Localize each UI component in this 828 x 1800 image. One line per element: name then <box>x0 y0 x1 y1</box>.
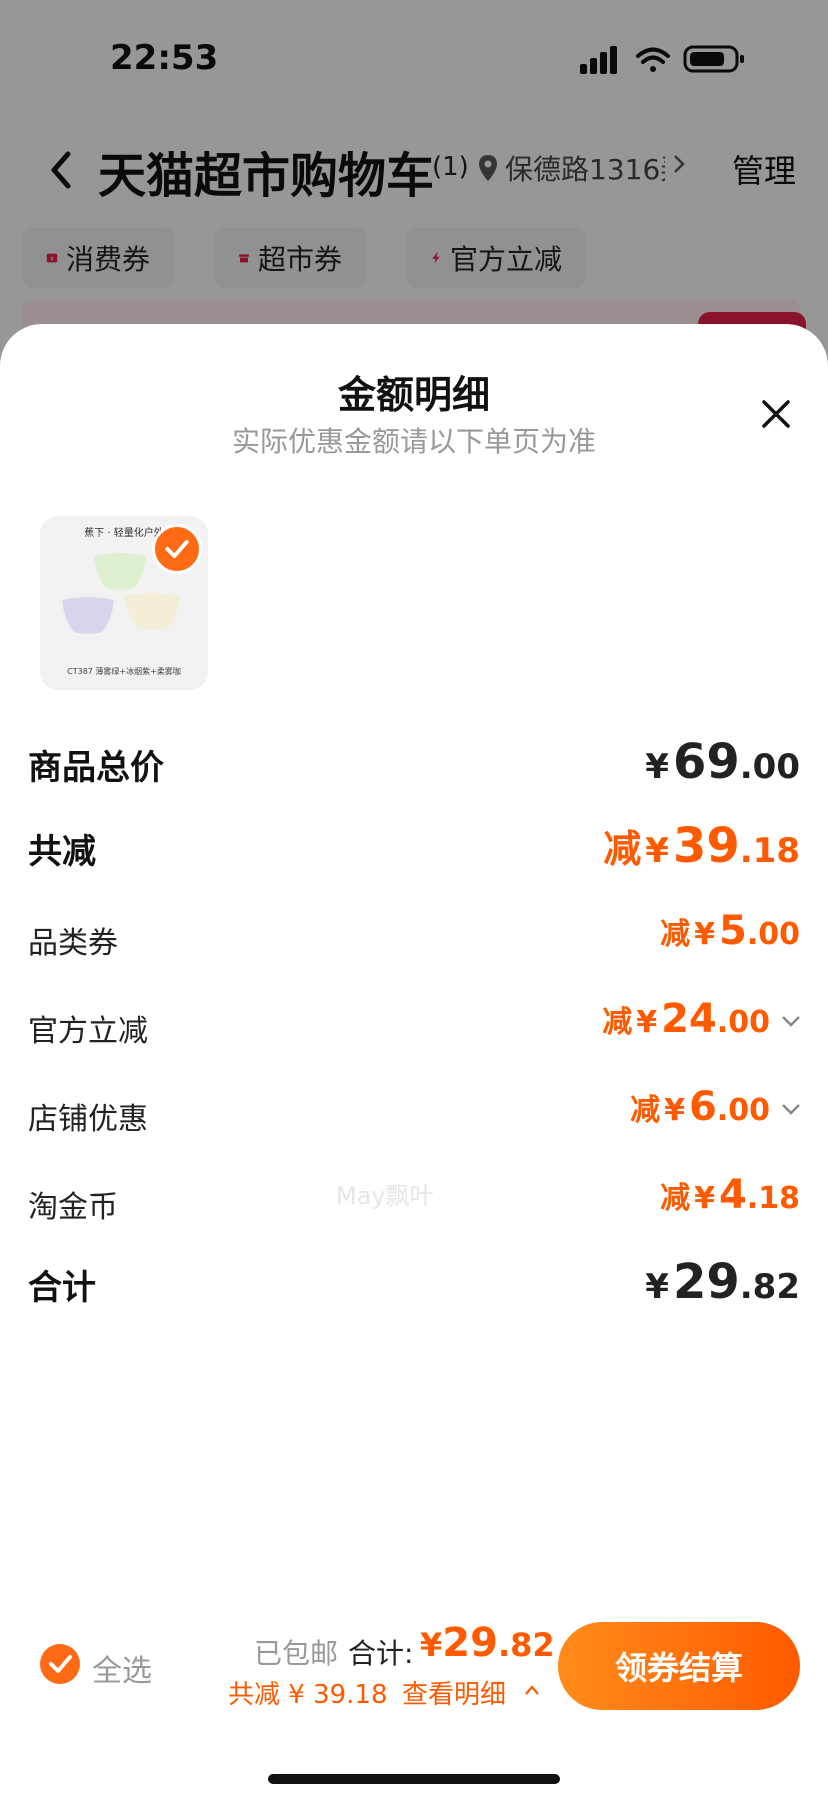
chevron-down-icon[interactable] <box>780 1014 802 1028</box>
row-subtotal: 商品总价 ¥ 69 .00 <box>28 734 800 794</box>
total-discount-text: 共减 ¥ 39.18 <box>228 1680 388 1710</box>
row-label: 店铺优惠 <box>28 1102 148 1137</box>
amount-integer: 29 <box>442 1620 498 1666</box>
row-value: ¥ 69 .00 <box>641 734 800 790</box>
row-label: 官方立减 <box>28 1014 148 1049</box>
currency-symbol: ¥ <box>645 747 669 787</box>
view-details-link[interactable]: 查看明细 <box>402 1674 506 1711</box>
row-label: 合计 <box>28 1268 96 1308</box>
amount-decimal: .82 <box>739 1267 800 1307</box>
total-label: 合计: <box>348 1637 414 1670</box>
home-indicator <box>268 1774 560 1784</box>
amount-integer: 29 <box>672 1254 740 1310</box>
discount-prefix: 减 <box>660 917 691 952</box>
row-official-discount[interactable]: 官方立减 减 ¥ 24 .00 <box>28 996 800 1056</box>
currency-symbol: ¥ <box>664 1093 685 1128</box>
row-grand-total: 合计 ¥ 29 .82 <box>28 1254 800 1314</box>
amount-decimal: .00 <box>739 747 800 787</box>
currency-symbol: ¥ <box>694 917 715 952</box>
currency-symbol: ¥ <box>645 1267 669 1307</box>
amount-decimal: .18 <box>739 831 800 871</box>
amount-integer: 24 <box>661 996 717 1042</box>
row-value: 减 ¥ 5 .00 <box>660 908 800 954</box>
discount-prefix: 减 <box>603 827 642 871</box>
row-total-discount: 共减 减 ¥ 39 .18 <box>28 818 800 878</box>
currency-symbol: ¥ <box>645 831 669 871</box>
sheet-title: 金额明细 <box>337 373 490 417</box>
row-store-discount[interactable]: 店铺优惠 减 ¥ 6 .00 <box>28 1084 800 1144</box>
amount-integer: 5 <box>719 908 747 954</box>
row-label: 共减 <box>28 832 96 872</box>
row-value: ¥ 29 .82 <box>641 1254 800 1310</box>
row-value: 减 ¥ 39 .18 <box>603 818 800 874</box>
checkmark-icon[interactable] <box>152 524 202 574</box>
row-value: 减 ¥ 4 .18 <box>660 1172 800 1218</box>
row-value: 减 ¥ 24 .00 <box>602 996 770 1042</box>
chevron-down-icon[interactable] <box>780 1102 802 1116</box>
close-icon[interactable] <box>754 392 798 436</box>
amount-detail-sheet: 金额明细 实际优惠金额请以下单页为准 蕉下 · 轻量化户外 CT387 薄雾绿+… <box>0 324 828 1800</box>
currency-symbol: ¥ <box>420 1626 443 1664</box>
free-shipping-text: 已包邮 <box>254 1637 339 1670</box>
discount-prefix: 减 <box>630 1093 661 1128</box>
amount-integer: 69 <box>672 734 740 790</box>
row-label: 品类券 <box>28 926 118 961</box>
select-all-checkbox-icon[interactable] <box>40 1644 80 1684</box>
amount-decimal: .00 <box>746 917 800 952</box>
checkout-button[interactable]: 领券结算 <box>558 1622 800 1710</box>
row-label: 商品总价 <box>28 748 164 788</box>
discount-prefix: 减 <box>602 1005 633 1040</box>
discount-prefix: 减 <box>660 1181 691 1216</box>
select-all-label[interactable]: 全选 <box>92 1646 152 1690</box>
product-variant-text: CT387 薄雾绿+冰烟紫+柔雾咖 <box>67 667 181 676</box>
amount-decimal: .00 <box>716 1093 770 1128</box>
amount-integer: 4 <box>719 1172 747 1218</box>
chevron-up-icon[interactable] <box>524 1684 540 1696</box>
row-value: 减 ¥ 6 .00 <box>630 1084 770 1130</box>
amount-integer: 6 <box>689 1084 717 1130</box>
checkout-bar: 全选 已包邮 合计: ¥29.82 共减 ¥ 39.18 查看明细 领券结算 <box>0 1600 828 1730</box>
currency-symbol: ¥ <box>636 1005 658 1040</box>
amount-decimal: .82 <box>497 1626 555 1664</box>
row-category-coupon: 品类券 减 ¥ 5 .00 <box>28 908 800 968</box>
sheet-subtitle: 实际优惠金额请以下单页为准 <box>231 425 596 458</box>
watermark-text: May飘叶 <box>336 1182 434 1210</box>
amount-decimal: .18 <box>746 1181 800 1216</box>
amount-integer: 39 <box>672 818 740 874</box>
currency-symbol: ¥ <box>694 1181 715 1216</box>
amount-decimal: .00 <box>716 1005 770 1040</box>
row-label: 淘金币 <box>28 1190 118 1225</box>
total-amount: ¥29.82 <box>420 1620 555 1666</box>
